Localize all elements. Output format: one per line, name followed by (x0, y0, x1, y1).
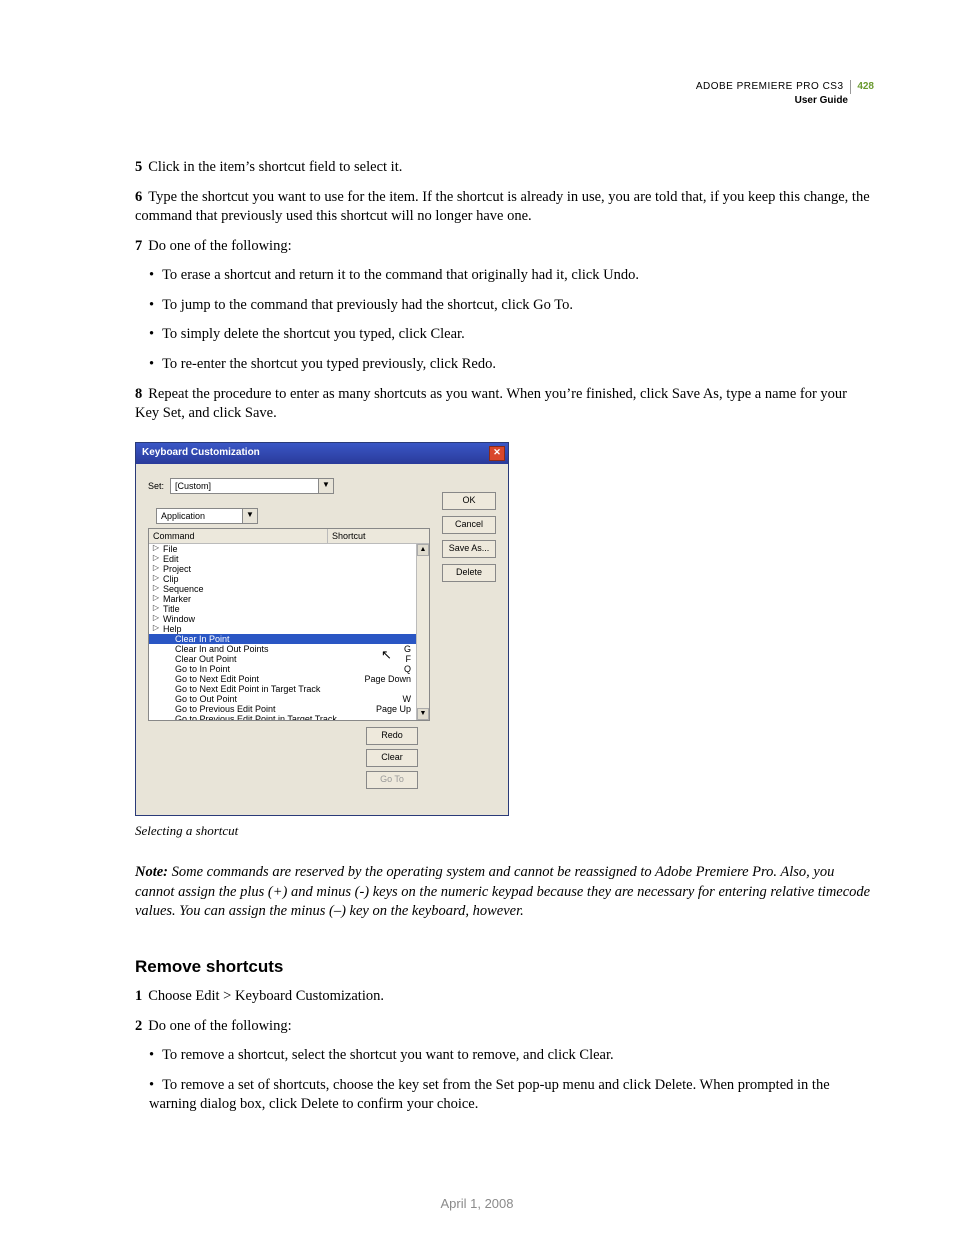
note-block: Note: Some commands are reserved by the … (135, 863, 874, 922)
step-number: 6 (135, 189, 142, 205)
scope-value: Application (161, 510, 205, 522)
step-text: Type the shortcut you want to use for th… (135, 189, 870, 225)
scope-dropdown[interactable]: Application ▼ (156, 508, 258, 524)
ok-button[interactable]: OK (442, 492, 496, 510)
bullet-text: To erase a shortcut and return it to the… (162, 267, 639, 283)
note-label: Note: (135, 864, 168, 880)
step-8: 8Repeat the procedure to enter as many s… (135, 385, 874, 424)
bullet-text: To remove a set of shortcuts, choose the… (149, 1077, 830, 1113)
scroll-up-icon[interactable]: ▲ (417, 544, 429, 556)
bullet-icon: • (149, 1047, 154, 1063)
step-text: Do one of the following: (148, 238, 291, 254)
cancel-button[interactable]: Cancel (442, 516, 496, 534)
grid-header: Command Shortcut (149, 529, 429, 544)
chevron-down-icon: ▼ (242, 509, 257, 523)
step-text: Choose Edit > Keyboard Customization. (148, 988, 384, 1004)
dialog-titlebar: Keyboard Customization ✕ (136, 443, 508, 464)
bullet-text: To re-enter the shortcut you typed previ… (162, 356, 496, 372)
set-dropdown[interactable]: [Custom] ▼ (170, 478, 334, 494)
figure-caption: Selecting a shortcut (135, 822, 874, 840)
keyboard-customization-dialog: Keyboard Customization ✕ Set: [Custom] ▼ (135, 442, 509, 816)
close-icon[interactable]: ✕ (489, 446, 505, 461)
step-6: 6Type the shortcut you want to use for t… (135, 188, 874, 227)
bullet-item: • To simply delete the shortcut you typed… (135, 325, 874, 345)
bullet-icon: • (149, 326, 154, 342)
step-2: 2 Do one of the following: (135, 1017, 874, 1037)
chevron-down-icon: ▼ (318, 479, 333, 493)
saveas-button[interactable]: Save As... (442, 540, 496, 558)
col-shortcut: Shortcut (328, 529, 429, 543)
step-number: 1 (135, 988, 142, 1004)
step-text: Do one of the following: (148, 1018, 291, 1034)
step-1: 1 Choose Edit > Keyboard Customization. (135, 987, 874, 1007)
figure-keyboard-customization: Keyboard Customization ✕ Set: [Custom] ▼ (135, 442, 874, 816)
page-header: ADOBE PREMIERE PRO CS3 428 User Guide (135, 80, 874, 108)
set-value: [Custom] (175, 480, 211, 492)
bullet-icon: • (149, 356, 154, 372)
dialog-title: Keyboard Customization (142, 446, 260, 460)
redo-button[interactable]: Redo (366, 727, 418, 745)
bullet-icon: • (149, 1077, 154, 1093)
bullet-item: • To erase a shortcut and return it to th… (135, 266, 874, 286)
scroll-down-icon[interactable]: ▼ (417, 708, 429, 720)
step-number: 7 (135, 238, 142, 254)
scrollbar[interactable]: ▲ ▼ (416, 544, 429, 720)
step-text: Repeat the procedure to enter as many sh… (135, 386, 847, 422)
step-number: 2 (135, 1018, 142, 1034)
step-5: 5 Click in the item’s shortcut field to s… (135, 158, 874, 178)
set-label: Set: (148, 480, 164, 492)
bullet-item: • To remove a shortcut, select the shortc… (135, 1046, 874, 1066)
page-number: 428 (850, 80, 874, 94)
step-number: 8 (135, 386, 142, 402)
grid-rows[interactable]: ▷File ▷Edit ▷Project ▷Clip ▷Sequence ▷Ma… (149, 544, 429, 720)
footer-date: April 1, 2008 (0, 1196, 954, 1211)
shortcut-grid: Command Shortcut ▷File ▷Edit ▷Project ▷C… (148, 528, 430, 721)
col-command: Command (149, 529, 328, 543)
bullet-icon: • (149, 297, 154, 313)
bullet-item: •To remove a set of shortcuts, choose th… (135, 1076, 874, 1115)
step-7: 7 Do one of the following: (135, 237, 874, 257)
bullet-item: • To re-enter the shortcut you typed prev… (135, 355, 874, 375)
note-text: Some commands are reserved by the operat… (135, 864, 870, 919)
bullet-icon: • (149, 267, 154, 283)
step-text: Click in the item’s shortcut field to se… (148, 159, 402, 175)
section-heading: Remove shortcuts (135, 956, 874, 979)
bullet-text: To simply delete the shortcut you typed,… (162, 326, 465, 342)
expand-icon[interactable]: ▷ (151, 623, 161, 634)
delete-button[interactable]: Delete (442, 564, 496, 582)
bullet-item: • To jump to the command that previously … (135, 296, 874, 316)
bullet-text: To jump to the command that previously h… (162, 297, 573, 313)
clear-button[interactable]: Clear (366, 749, 418, 767)
doc-subtitle: User Guide (795, 95, 848, 106)
product-name: ADOBE PREMIERE PRO CS3 (696, 81, 844, 92)
goto-button[interactable]: Go To (366, 771, 418, 789)
step-number: 5 (135, 159, 142, 175)
bullet-text: To remove a shortcut, select the shortcu… (162, 1047, 614, 1063)
set-row: Set: [Custom] ▼ (148, 478, 430, 494)
